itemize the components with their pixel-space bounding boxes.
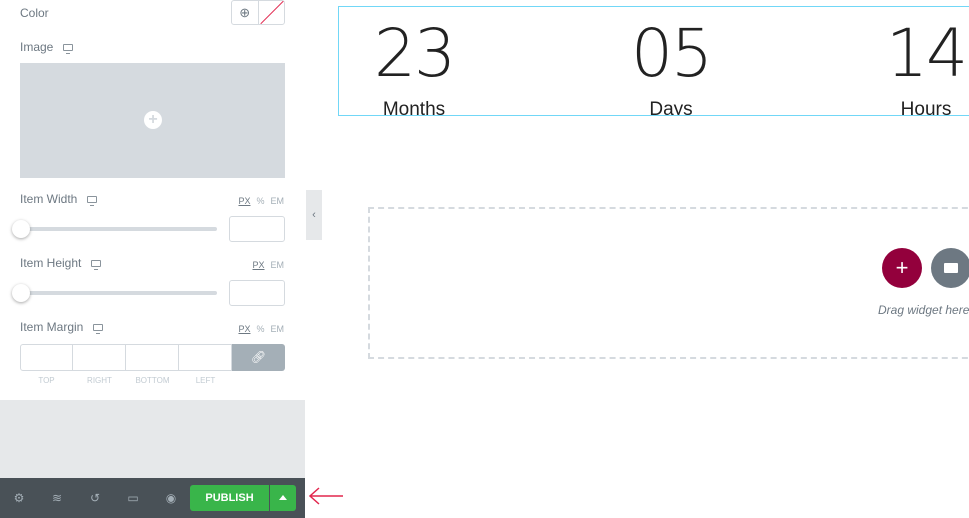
margin-right-input[interactable]	[73, 344, 126, 371]
panel-collapse-toggle[interactable]: ‹	[306, 190, 322, 240]
item-width-row: Item Width	[20, 192, 98, 207]
image-label: Image	[20, 40, 54, 54]
image-picker[interactable]: +	[20, 63, 285, 178]
globe-icon[interactable]: ⊕	[232, 1, 259, 24]
item-margin-units: PX% EM	[232, 324, 284, 334]
label-right: RIGHT	[87, 376, 112, 385]
folder-icon	[944, 263, 958, 273]
margin-bottom-input[interactable]	[126, 344, 179, 371]
editor-panel: Color ⊕ Image + Item Width PX% EM Item He…	[0, 0, 305, 518]
unit-px[interactable]: PX	[252, 260, 264, 270]
desktop-icon	[91, 260, 102, 271]
link-values-button[interactable]: 🔗︎	[232, 344, 285, 371]
desktop-icon	[93, 324, 104, 335]
add-image-icon[interactable]: +	[144, 111, 162, 129]
unit-px[interactable]: PX	[238, 196, 250, 206]
countdown-hours-label: Hours	[900, 99, 952, 116]
margin-inputs: 🔗︎	[20, 344, 285, 371]
unit-percent[interactable]: %	[256, 196, 264, 206]
desktop-icon	[87, 196, 98, 207]
item-height-slider[interactable]	[12, 284, 217, 302]
add-section-button[interactable]: +	[882, 248, 922, 288]
unit-em[interactable]: EM	[271, 260, 285, 270]
drop-zone-text: Drag widget here	[878, 303, 969, 317]
color-picker-button[interactable]	[259, 1, 285, 24]
image-label-row: Image	[20, 40, 74, 55]
desktop-icon	[63, 44, 74, 55]
responsive-icon[interactable]: ▭	[126, 491, 140, 505]
publish-button[interactable]: PUBLISH	[190, 485, 269, 511]
item-margin-row: Item Margin	[20, 320, 104, 335]
countdown-widget[interactable]: 23 Months 05 Days 14 Hours	[338, 6, 969, 116]
item-height-row: Item Height	[20, 256, 102, 271]
item-width-units: PX% EM	[232, 196, 284, 206]
drop-zone[interactable]: + Drag widget here	[368, 207, 969, 359]
color-label: Color	[20, 6, 49, 20]
eye-icon[interactable]: ◉	[164, 491, 178, 505]
gear-icon[interactable]: ⚙	[12, 491, 26, 505]
item-width-slider[interactable]	[12, 220, 217, 238]
unit-percent[interactable]: %	[256, 324, 264, 334]
add-template-button[interactable]	[931, 248, 969, 288]
unit-px[interactable]: PX	[238, 324, 250, 334]
margin-top-input[interactable]	[20, 344, 73, 371]
item-width-label: Item Width	[20, 192, 78, 206]
link-icon: 🔗︎	[250, 350, 267, 364]
history-icon[interactable]: ↺	[88, 491, 102, 505]
layers-icon[interactable]: ≋	[50, 491, 64, 505]
countdown-months-label: Months	[382, 99, 446, 116]
label-left: LEFT	[195, 376, 216, 385]
slider-handle[interactable]	[12, 220, 30, 238]
color-control: ⊕	[231, 0, 285, 25]
arrow-annotation-icon	[308, 487, 343, 505]
countdown-days-value: 05	[631, 15, 713, 92]
margin-left-input[interactable]	[179, 344, 232, 371]
unit-em[interactable]: EM	[271, 196, 285, 206]
countdown-hours-value: 14	[886, 15, 968, 92]
margin-labels: TOP RIGHT BOTTOM LEFT	[20, 376, 232, 385]
item-width-input[interactable]	[229, 216, 285, 242]
unit-em[interactable]: EM	[271, 324, 285, 334]
countdown-months-value: 23	[374, 15, 456, 92]
item-margin-label: Item Margin	[20, 320, 84, 334]
item-height-units: PX EM	[246, 260, 284, 270]
slider-handle[interactable]	[12, 284, 30, 302]
label-bottom: BOTTOM	[135, 376, 170, 385]
panel-content: Color ⊕ Image + Item Width PX% EM Item He…	[0, 0, 305, 400]
label-top: TOP	[38, 376, 55, 385]
item-height-label: Item Height	[20, 256, 82, 270]
item-height-input[interactable]	[229, 280, 285, 306]
publish-options-button[interactable]	[270, 485, 296, 511]
countdown-days-label: Days	[649, 99, 693, 116]
